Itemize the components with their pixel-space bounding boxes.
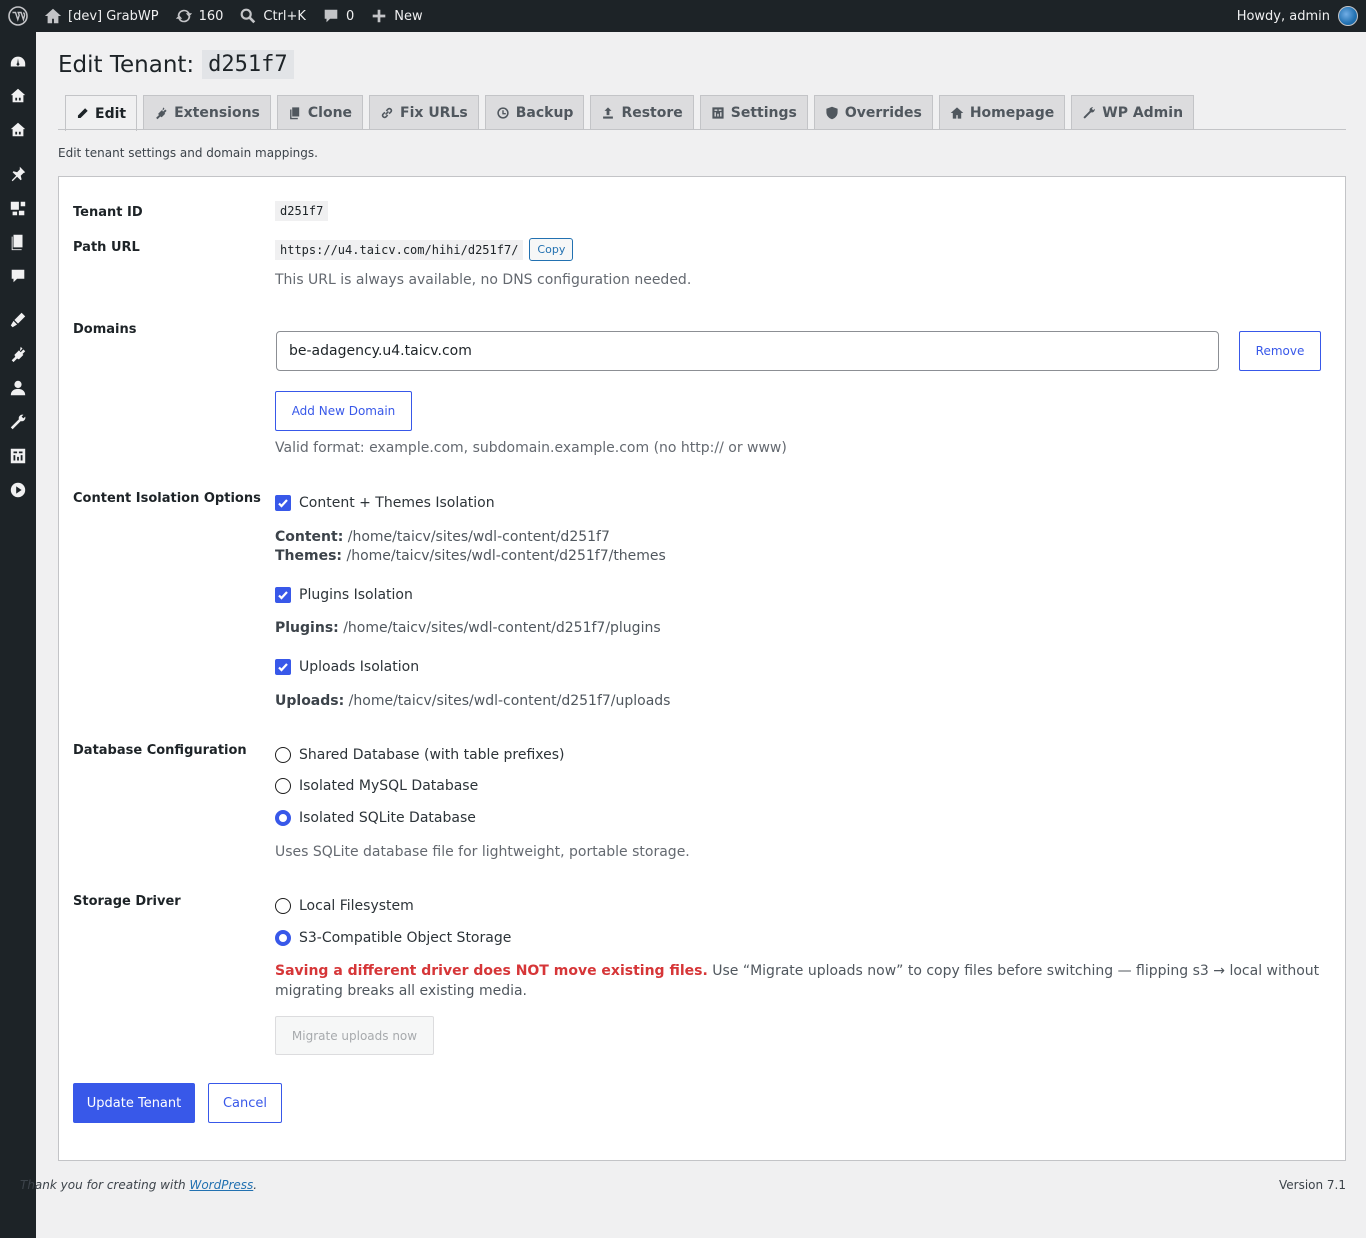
new-content-link[interactable]: New (362, 0, 430, 32)
media-icon[interactable] (8, 198, 28, 218)
footer-thanks: Thank you for creating with WordPress. (20, 1178, 258, 1192)
settings-menu-icon[interactable] (8, 446, 28, 466)
tenant-id-value: d251f7 (275, 201, 329, 221)
plugins-checkbox[interactable] (275, 587, 291, 603)
page-title: Edit Tenant: d251f7 (58, 50, 294, 79)
tab-restore[interactable]: Restore (590, 95, 694, 130)
search-icon (241, 8, 256, 24)
tab-backup[interactable]: Backup (484, 95, 585, 130)
db-option-shared[interactable]: Shared Database (with table prefixes) (275, 747, 565, 763)
path-url-label: Path URL (73, 240, 140, 255)
wordpress-link[interactable]: WordPress (189, 1178, 253, 1192)
cancel-button[interactable]: Cancel (208, 1083, 282, 1123)
plugins-path: Plugins: /home/taicv/sites/wdl-content/d… (275, 620, 661, 636)
path-url-value: https://u4.taicv.com/hihi/d251f7/ (275, 239, 524, 260)
plugins-isolation-option[interactable]: Plugins Isolation (275, 587, 413, 603)
home-icon (950, 107, 964, 119)
backup-icon (497, 107, 509, 119)
plugins-icon[interactable] (8, 344, 28, 364)
db-shared-radio[interactable] (275, 747, 291, 763)
footer-version: Version 7.1 (1278, 1178, 1346, 1192)
domain-format-note: Valid format: example.com, subdomain.exa… (275, 440, 787, 456)
wordpress-logo-icon[interactable] (0, 0, 36, 32)
tab-bar: Edit Extensions Clone Fix URLs Backup Re… (65, 95, 1200, 131)
admin-side-menu (0, 32, 36, 1238)
comment-icon (324, 9, 338, 23)
tabs-divider (58, 129, 1346, 130)
update-tenant-button[interactable]: Update Tenant (73, 1083, 195, 1123)
path-url-note: This URL is always available, no DNS con… (275, 272, 692, 288)
copy-button[interactable]: Copy (529, 238, 574, 261)
refresh-icon (175, 9, 192, 23)
storage-warning: Saving a different driver does NOT move … (275, 963, 1320, 999)
storage-option-s3[interactable]: S3-Compatible Object Storage (275, 930, 511, 946)
dashboard-icon[interactable] (8, 52, 28, 72)
storage-label: Storage Driver (73, 894, 181, 909)
wrench-icon (1083, 107, 1095, 119)
settings-icon (712, 107, 724, 119)
tools-icon[interactable] (8, 412, 28, 432)
users-icon[interactable] (8, 378, 28, 398)
tab-overrides[interactable]: Overrides (813, 95, 933, 130)
db-option-mysql[interactable]: Isolated MySQL Database (275, 778, 478, 794)
pages-icon[interactable] (8, 232, 28, 252)
storage-s3-radio[interactable] (275, 930, 291, 946)
tab-extensions[interactable]: Extensions (143, 95, 271, 130)
storage-local-radio[interactable] (275, 898, 291, 914)
page-description: Edit tenant settings and domain mappings… (58, 146, 318, 160)
content-themes-isolation-option[interactable]: Content + Themes Isolation (275, 495, 495, 511)
my-account-link[interactable]: Howdy, admin (1229, 0, 1366, 32)
add-domain-button[interactable]: Add New Domain (275, 391, 412, 431)
tab-fix-urls[interactable]: Fix URLs (369, 95, 479, 130)
site-name-link[interactable]: [dev] GrabWP (36, 0, 167, 32)
comments-link[interactable]: 0 (314, 0, 362, 32)
upload-icon (603, 107, 614, 119)
pencil-icon (77, 108, 88, 119)
tab-clone[interactable]: Clone (276, 95, 364, 130)
tenants-icon[interactable] (8, 120, 28, 140)
uploads-checkbox[interactable] (275, 659, 291, 675)
uploads-isolation-option[interactable]: Uploads Isolation (275, 659, 419, 675)
content-themes-checkbox[interactable] (275, 495, 291, 511)
collapse-menu-icon[interactable] (8, 480, 28, 500)
command-palette-link[interactable]: Ctrl+K (231, 0, 314, 32)
shield-icon (826, 106, 838, 120)
plugin-icon (156, 107, 167, 120)
avatar (1338, 6, 1358, 26)
isolation-label: Content Isolation Options (73, 491, 261, 506)
link-icon (381, 107, 393, 119)
uploads-path: Uploads: /home/taicv/sites/wdl-content/d… (275, 693, 671, 709)
appearance-icon[interactable] (8, 310, 28, 330)
db-note: Uses SQLite database file for lightweigh… (275, 844, 690, 860)
tab-settings[interactable]: Settings (699, 95, 808, 130)
admin-bar: [dev] GrabWP 160 Ctrl+K 0 New Howdy, adm… (0, 0, 1366, 32)
tab-wp-admin[interactable]: WP Admin (1071, 95, 1195, 130)
updates-link[interactable]: 160 (167, 0, 232, 32)
comments-menu-icon[interactable] (8, 266, 28, 286)
remove-domain-button[interactable]: Remove (1239, 331, 1321, 371)
storage-option-local[interactable]: Local Filesystem (275, 898, 414, 914)
db-option-sqlite[interactable]: Isolated SQLite Database (275, 810, 476, 826)
domains-label: Domains (73, 322, 137, 337)
tenant-id-label: Tenant ID (73, 205, 143, 220)
network-icon[interactable] (8, 86, 28, 106)
edit-tenant-form: Tenant ID d251f7 Path URL https://u4.tai… (58, 176, 1346, 1161)
domain-input[interactable]: be-adagency.u4.taicv.com (276, 331, 1219, 371)
content-path: Content: /home/taicv/sites/wdl-content/d… (275, 529, 610, 545)
tab-homepage[interactable]: Homepage (938, 95, 1066, 130)
db-mysql-radio[interactable] (275, 778, 291, 794)
migrate-uploads-button[interactable]: Migrate uploads now (275, 1016, 434, 1055)
themes-path: Themes: /home/taicv/sites/wdl-content/d2… (275, 548, 666, 564)
db-sqlite-radio[interactable] (275, 810, 291, 826)
tenant-code: d251f7 (202, 50, 294, 79)
pin-icon[interactable] (8, 164, 28, 184)
tab-edit[interactable]: Edit (65, 95, 138, 131)
home-icon (44, 8, 62, 24)
plus-icon (372, 9, 386, 23)
copy-icon (289, 107, 300, 120)
database-label: Database Configuration (73, 743, 247, 758)
